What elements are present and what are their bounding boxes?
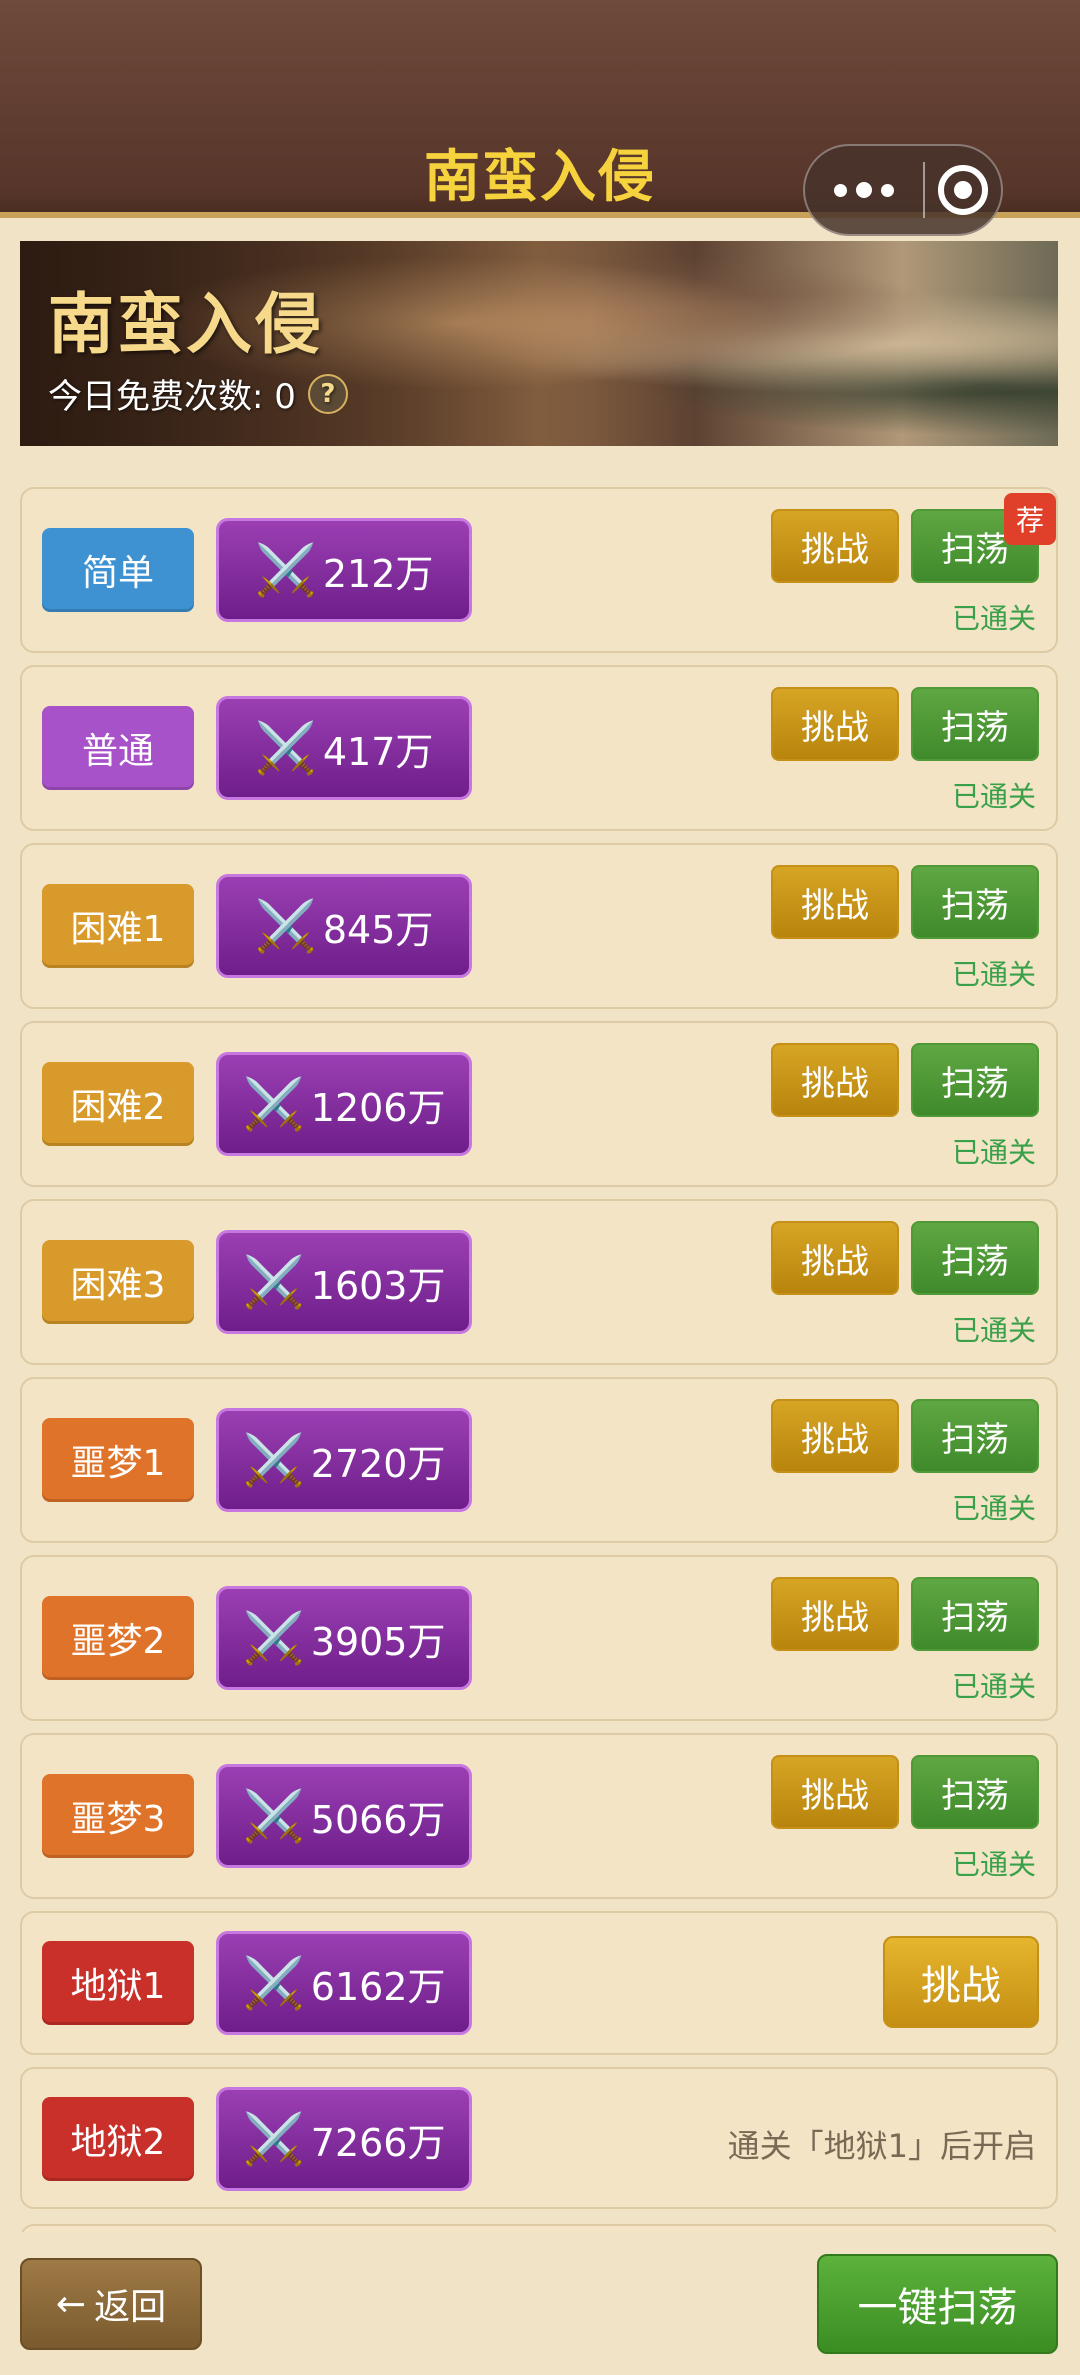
challenge-button[interactable]: 挑战 xyxy=(771,1577,899,1651)
power-value: 417万 xyxy=(322,729,434,774)
cleared-status: 已通关 xyxy=(951,1136,1036,1169)
event-banner: 南蛮入侵 今日免费次数: 0 ? xyxy=(20,241,1058,446)
cleared-status: 已通关 xyxy=(951,602,1036,635)
level-row: 普通 ⚔️ 417万 挑战 扫荡已通关 xyxy=(20,665,1058,831)
power-requirement: ⚔️ 2720万 xyxy=(216,1408,472,1512)
level-row: 困难2 ⚔️ 1206万 挑战 扫荡已通关 xyxy=(20,1021,1058,1187)
power-requirement: ⚔️ 3905万 xyxy=(216,1586,472,1690)
back-button[interactable]: ← 返回 xyxy=(20,2258,202,2350)
back-label: 返回 xyxy=(94,2287,167,2328)
power-requirement: ⚔️ 845万 xyxy=(216,874,472,978)
cleared-status: 已通关 xyxy=(951,780,1036,813)
difficulty-label: 简单 xyxy=(42,528,194,612)
banner-title: 南蛮入侵 xyxy=(48,286,324,363)
level-row: 噩梦1 ⚔️ 2720万 挑战 扫荡已通关 xyxy=(20,1377,1058,1543)
crossed-swords-icon: ⚔️ xyxy=(254,719,317,777)
difficulty-label: 地狱1 xyxy=(42,1941,194,2025)
power-value: 2720万 xyxy=(310,1441,446,1486)
bottom-bar: ← 返回 一键扫荡 xyxy=(0,2232,1080,2375)
crossed-swords-icon: ⚔️ xyxy=(254,541,317,599)
level-list: 简单 ⚔️ 212万 挑战 扫荡 已通关荐普通 ⚔️ 417万 挑战 扫荡 已通关 困难1… xyxy=(20,487,1058,2221)
power-requirement: ⚔️ 7266万 xyxy=(216,2087,472,2191)
power-requirement: ⚔️ 1603万 xyxy=(216,1230,472,1334)
sweep-button[interactable]: 扫荡 xyxy=(911,1755,1039,1829)
power-value: 5066万 xyxy=(310,1797,446,1842)
challenge-button[interactable]: 挑战 xyxy=(771,509,899,583)
miniprogram-capsule xyxy=(803,144,1003,236)
sweep-button[interactable]: 扫荡 xyxy=(911,1221,1039,1295)
sweep-button[interactable]: 扫荡 xyxy=(911,1043,1039,1117)
challenge-button[interactable]: 挑战 xyxy=(883,1936,1039,2028)
crossed-swords-icon: ⚔️ xyxy=(242,1253,305,1311)
challenge-button[interactable]: 挑战 xyxy=(771,1755,899,1829)
more-menu-icon[interactable] xyxy=(805,146,923,234)
power-value: 845万 xyxy=(322,907,434,952)
sweep-button[interactable]: 扫荡 xyxy=(911,687,1039,761)
level-row: 困难1 ⚔️ 845万 挑战 扫荡已通关 xyxy=(20,843,1058,1009)
power-requirement: ⚔️ 6162万 xyxy=(216,1931,472,2035)
power-requirement: ⚔️ 212万 xyxy=(216,518,472,622)
back-arrow-icon: ← xyxy=(55,2283,87,2325)
power-value: 212万 xyxy=(322,551,434,596)
level-row: 地狱2 ⚔️ 7266万 通关「地狱1」后开启 xyxy=(20,2067,1058,2209)
help-icon[interactable]: ? xyxy=(307,373,348,414)
sweep-all-button[interactable]: 一键扫荡 xyxy=(817,2254,1058,2354)
difficulty-label: 地狱2 xyxy=(42,2097,194,2181)
crossed-swords-icon: ⚔️ xyxy=(242,1431,305,1489)
challenge-button[interactable]: 挑战 xyxy=(771,1043,899,1117)
crossed-swords-icon: ⚔️ xyxy=(254,897,317,955)
challenge-button[interactable]: 挑战 xyxy=(771,1221,899,1295)
level-row: 地狱1 ⚔️ 6162万 挑战 xyxy=(20,1911,1058,2055)
close-miniprogram-icon[interactable] xyxy=(925,165,1001,215)
cleared-status: 已通关 xyxy=(951,958,1036,991)
cleared-status: 已通关 xyxy=(951,1492,1036,1525)
sweep-button[interactable]: 扫荡 xyxy=(911,1577,1039,1651)
sweep-button[interactable]: 扫荡 xyxy=(911,865,1039,939)
difficulty-label: 噩梦1 xyxy=(42,1418,194,1502)
difficulty-label: 困难2 xyxy=(42,1062,194,1146)
level-row: 困难3 ⚔️ 1603万 挑战 扫荡已通关 xyxy=(20,1199,1058,1365)
crossed-swords-icon: ⚔️ xyxy=(242,1787,305,1845)
difficulty-label: 噩梦3 xyxy=(42,1774,194,1858)
cleared-status: 已通关 xyxy=(951,1848,1036,1881)
free-attempts: 今日免费次数: 0 ? xyxy=(48,369,348,418)
unlock-hint: 通关「地狱1」后开启 xyxy=(727,2127,1036,2165)
free-attempts-label: 今日免费次数: 0 xyxy=(48,377,296,417)
difficulty-label: 困难3 xyxy=(42,1240,194,1324)
difficulty-label: 普通 xyxy=(42,706,194,790)
level-row: 简单 ⚔️ 212万 挑战 扫荡 已通关荐 xyxy=(20,487,1058,653)
recommend-badge: 荐 xyxy=(1004,493,1056,545)
top-bar: 南蛮入侵 xyxy=(0,0,1080,236)
power-requirement: ⚔️ 5066万 xyxy=(216,1764,472,1868)
power-requirement: ⚔️ 417万 xyxy=(216,696,472,800)
crossed-swords-icon: ⚔️ xyxy=(242,1609,305,1667)
difficulty-label: 困难1 xyxy=(42,884,194,968)
sweep-button[interactable]: 扫荡 xyxy=(911,1399,1039,1473)
cleared-status: 已通关 xyxy=(951,1314,1036,1347)
power-requirement: ⚔️ 1206万 xyxy=(216,1052,472,1156)
crossed-swords-icon: ⚔️ xyxy=(242,1075,305,1133)
crossed-swords-icon: ⚔️ xyxy=(242,1954,305,2012)
level-row: 噩梦2 ⚔️ 3905万 挑战 扫荡已通关 xyxy=(20,1555,1058,1721)
challenge-button[interactable]: 挑战 xyxy=(771,865,899,939)
level-row: 噩梦3 ⚔️ 5066万 挑战 扫荡已通关 xyxy=(20,1733,1058,1899)
crossed-swords-icon: ⚔️ xyxy=(242,2110,305,2168)
power-value: 1603万 xyxy=(310,1263,446,1308)
power-value: 7266万 xyxy=(310,2120,446,2165)
power-value: 1206万 xyxy=(310,1085,446,1130)
power-value: 3905万 xyxy=(310,1619,446,1664)
challenge-button[interactable]: 挑战 xyxy=(771,687,899,761)
difficulty-label: 噩梦2 xyxy=(42,1596,194,1680)
challenge-button[interactable]: 挑战 xyxy=(771,1399,899,1473)
cleared-status: 已通关 xyxy=(951,1670,1036,1703)
power-value: 6162万 xyxy=(310,1964,446,2009)
